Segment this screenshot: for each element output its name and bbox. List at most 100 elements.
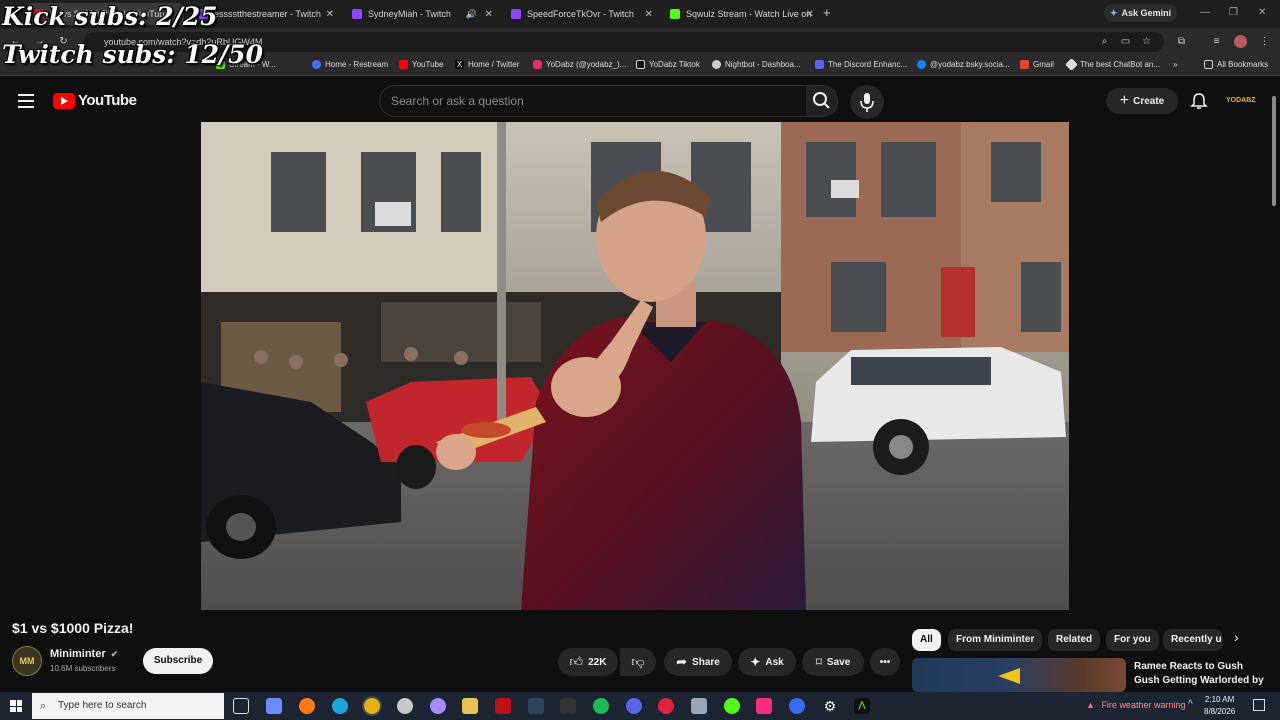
- menu-dots-icon[interactable]: ⋮: [1259, 36, 1270, 47]
- bookmark-star-icon[interactable]: ☆: [1141, 36, 1152, 47]
- x-twitter-bookmark-icon: X: [455, 60, 464, 69]
- voice-search-button[interactable]: [850, 85, 884, 119]
- bookmark-item[interactable]: The best ChatBot an...: [1065, 58, 1161, 71]
- app-icon[interactable]: [789, 698, 805, 714]
- chip-recently-uploaded[interactable]: Recently u: [1163, 629, 1223, 651]
- file-explorer-icon[interactable]: [462, 698, 478, 714]
- share-label: Share: [692, 656, 720, 668]
- share-button[interactable]: ➦ Share: [664, 648, 732, 676]
- bookmark-item[interactable]: YoDabz (@yodabz_)...: [533, 60, 626, 69]
- notifications-bell-icon[interactable]: [1190, 92, 1208, 115]
- recommended-thumbnail[interactable]: [912, 658, 1126, 692]
- ask-button[interactable]: ✦ Ask: [738, 648, 796, 676]
- chip-related[interactable]: Related: [1048, 629, 1101, 651]
- bookmark-item[interactable]: YoDabz Tiktok: [636, 60, 700, 69]
- search-icon: ⌕: [40, 700, 47, 712]
- speaker-icon[interactable]: 🔊: [466, 9, 477, 20]
- firefox-icon[interactable]: [299, 698, 315, 714]
- discord-icon[interactable]: [626, 698, 642, 714]
- cast-icon[interactable]: ▭: [1120, 36, 1131, 47]
- tray-chevron-up-icon[interactable]: ^: [1188, 699, 1193, 710]
- taskbar-search-input[interactable]: ⌕ Type here to search: [32, 693, 224, 719]
- create-button[interactable]: + Create: [1106, 88, 1178, 114]
- tab-label: SydneyMiah - Twitch: [368, 9, 451, 19]
- chrome-icon[interactable]: [364, 698, 380, 714]
- minimize-button[interactable]: —: [1200, 7, 1210, 18]
- close-tab-icon[interactable]: ✕: [326, 9, 334, 20]
- hamburger-menu-icon[interactable]: [18, 94, 34, 108]
- verified-check-icon: ✔: [110, 649, 119, 659]
- tab-twitch-3[interactable]: SpeedForceTkOvr - Twitch ✕: [503, 3, 659, 25]
- youtube-bookmark-icon: [399, 60, 408, 69]
- bookmark-label: YoDabz Tiktok: [649, 60, 700, 69]
- page-scrollbar[interactable]: [1272, 96, 1276, 206]
- search-input[interactable]: Search or ask a question: [379, 85, 807, 117]
- arrow-graphic-icon: [998, 668, 1020, 684]
- windows-taskbar: ⌕ Type here to search ⚙ Λ ▲ Fire weather…: [0, 692, 1280, 720]
- task-view-icon[interactable]: [233, 698, 249, 714]
- plus-icon: +: [1119, 92, 1130, 109]
- profile-avatar-icon[interactable]: [1234, 35, 1247, 48]
- tab-search-icon[interactable]: ≡: [1211, 36, 1222, 47]
- spotify-icon[interactable]: [593, 698, 609, 714]
- windows-start-icon[interactable]: [10, 700, 22, 712]
- channel-name[interactable]: Miniminter ✔: [50, 648, 118, 660]
- zoom-icon[interactable]: ⌕: [1099, 36, 1110, 47]
- tab-twitch-2[interactable]: SydneyMiah - Twitch 🔊 ✕: [344, 3, 499, 25]
- bookmarks-overflow-icon[interactable]: »: [1173, 60, 1177, 69]
- copilot-icon[interactable]: [266, 698, 282, 714]
- clock-date: 8/8/2026: [1204, 707, 1236, 716]
- subscribe-button[interactable]: Subscribe: [143, 648, 213, 674]
- tiktok-icon[interactable]: [756, 698, 772, 714]
- channel-avatar[interactable]: MM: [12, 646, 42, 676]
- bookmark-label: The best ChatBot an...: [1080, 60, 1161, 69]
- all-bookmarks-button[interactable]: All Bookmarks: [1204, 60, 1268, 69]
- bookmark-item[interactable]: Home - Restream: [312, 60, 388, 69]
- bookmark-item[interactable]: @yodabz.bsky.socia...: [917, 60, 1010, 69]
- app-icon[interactable]: [495, 698, 511, 714]
- obs-icon[interactable]: [397, 698, 413, 714]
- bookmark-item[interactable]: X Home / Twitter: [455, 60, 519, 69]
- app-icon[interactable]: [658, 698, 674, 714]
- chip-for-you[interactable]: For you: [1106, 629, 1159, 651]
- chevron-right-icon[interactable]: ›: [1234, 629, 1239, 645]
- taskbar-clock[interactable]: 2:10 AM 8/8/2026: [1204, 694, 1235, 718]
- extensions-icon[interactable]: ⧉: [1176, 36, 1187, 47]
- settings-gear-icon[interactable]: ⚙: [822, 698, 838, 714]
- app-icon[interactable]: Λ: [854, 698, 870, 714]
- dislike-button[interactable]: 👎︎: [620, 648, 656, 676]
- tab-kick[interactable]: Sqwulz Stream - Watch Live on ✕: [662, 3, 820, 25]
- bookmark-item[interactable]: Gmail: [1020, 60, 1054, 69]
- video-player[interactable]: [201, 122, 1069, 610]
- app-icon[interactable]: [691, 698, 707, 714]
- like-button[interactable]: 👍︎ 22K: [558, 648, 618, 676]
- weather-warning[interactable]: ▲ Fire weather warning: [1086, 700, 1185, 710]
- maximize-button[interactable]: ❐: [1229, 7, 1238, 18]
- edge-icon[interactable]: [332, 698, 348, 714]
- save-button[interactable]: ⌑ Save: [802, 648, 864, 676]
- chip-all[interactable]: All: [912, 629, 941, 651]
- close-tab-icon[interactable]: ✕: [485, 9, 493, 20]
- youtube-logo[interactable]: YouTube: [53, 92, 137, 109]
- more-actions-button[interactable]: •••: [870, 648, 900, 676]
- chip-from-channel[interactable]: From Miniminter: [948, 629, 1043, 651]
- close-tab-icon[interactable]: ✕: [806, 9, 814, 20]
- bookmark-item[interactable]: Nightbot - Dashboa...: [712, 60, 801, 69]
- steam-icon[interactable]: [528, 698, 544, 714]
- bookmark-item[interactable]: The Discord Enhanc...: [815, 60, 907, 69]
- close-tab-icon[interactable]: ✕: [645, 9, 653, 20]
- app-icon[interactable]: [430, 698, 446, 714]
- epic-games-icon[interactable]: [560, 698, 576, 714]
- notifications-icon[interactable]: [1253, 699, 1265, 711]
- folder-icon: [1204, 60, 1213, 69]
- gemini-sparkle-icon: ✦: [1110, 7, 1118, 18]
- bookmark-label: YoDabz (@yodabz_)...: [546, 60, 627, 69]
- bookmark-item[interactable]: YouTube: [399, 60, 443, 69]
- app-icon[interactable]: [724, 698, 740, 714]
- search-button[interactable]: [806, 85, 838, 117]
- recommended-video-title[interactable]: Ramee Reacts to Gush Gush Getting Warlor…: [1134, 660, 1264, 688]
- account-avatar[interactable]: YODABZ: [1226, 90, 1256, 112]
- ask-gemini-button[interactable]: ✦ Ask Gemini: [1104, 4, 1178, 22]
- close-window-button[interactable]: ✕: [1258, 7, 1266, 18]
- new-tab-button[interactable]: +: [823, 5, 831, 20]
